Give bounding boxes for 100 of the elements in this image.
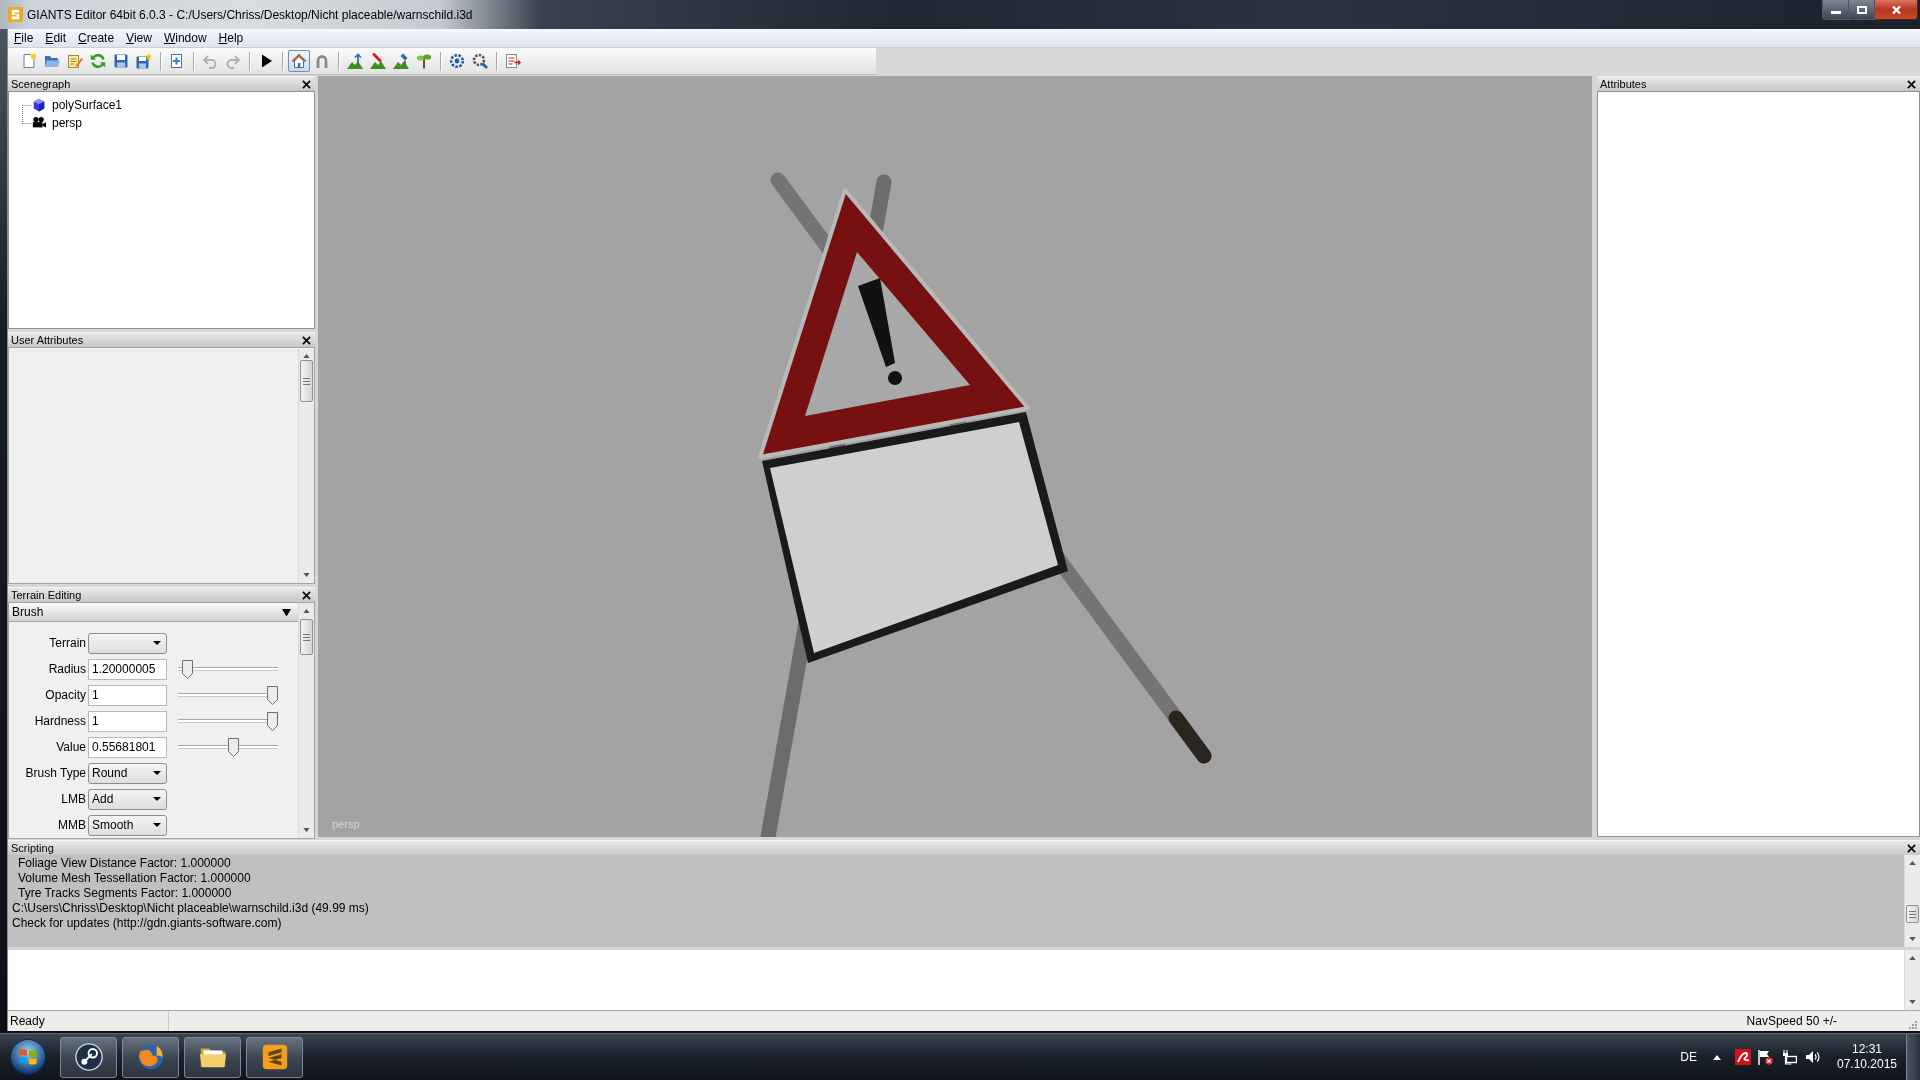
scrollbar[interactable] [1904,950,1920,1010]
scroll-down-icon [1909,1000,1916,1004]
app-logo-icon [8,7,23,22]
caret-icon [153,771,161,775]
camera-icon [32,116,46,130]
swoosh-tile-icon[interactable] [1735,1049,1751,1065]
minimize-icon [1830,10,1841,14]
menu-item[interactable]: Help [212,29,250,47]
dropdown[interactable] [88,632,167,654]
menu-item[interactable]: Create [72,29,121,47]
undo-icon [202,53,218,69]
scroll-up-icon [303,354,310,358]
caret-down-icon [282,607,291,617]
slider-thumb[interactable] [267,712,278,731]
slider-thumb[interactable] [227,738,239,757]
clock-time[interactable]: 12:31 [1852,1042,1882,1057]
close-button[interactable] [300,334,312,346]
taskbar-button[interactable] [184,1036,241,1078]
close-button[interactable] [1905,78,1917,90]
tree-line [22,105,32,124]
hill-pin-icon [393,53,409,69]
close-icon [301,335,311,345]
tree-item[interactable]: polySurface1 [52,96,123,114]
log-line: Tyre Tracks Segments Factor: 1.000000 [17,886,232,901]
scrollbar-thumb[interactable] [1906,905,1919,923]
close-button[interactable] [1875,0,1918,20]
folder-icon [44,53,60,69]
scroll-down-icon [1909,937,1916,941]
scroll-up-icon [303,609,310,613]
number-field[interactable]: 0.55681801 [88,736,167,758]
log-line: Foliage View Distance Factor: 1.000000 [17,856,231,871]
log-line: Check for updates (http://gdn.giants-software.com) [12,916,282,931]
taskbar-button[interactable] [60,1036,117,1078]
scrollbar[interactable] [1904,855,1920,947]
panel-title: User Attributes [11,333,84,347]
dropdown[interactable]: Round [88,762,167,784]
minimize-button[interactable] [1822,0,1849,20]
script-input-field[interactable] [8,949,1920,1010]
caret-icon [153,641,161,645]
slider-thumb[interactable] [182,660,194,679]
panel-title: Attributes [1600,77,1647,91]
close-button[interactable] [1905,842,1917,854]
field-label: Opacity [44,687,87,704]
scrollbar[interactable] [298,603,314,838]
save-icon [113,53,129,69]
cube-icon [32,98,46,112]
disc-logo-icon [73,1042,104,1072]
log-line: Volume Mesh Tessellation Factor: 1.000000 [17,871,251,886]
close-icon [301,590,311,600]
scrollbar-thumb[interactable] [300,619,313,655]
close-button[interactable] [300,589,312,601]
section-toggle[interactable]: Brush [9,603,298,622]
show-desktop-button[interactable] [1906,1034,1920,1080]
maximize-button[interactable] [1849,0,1875,20]
caret-icon [153,823,161,827]
scrollbar-thumb[interactable] [300,360,313,402]
dropdown[interactable]: Add [88,788,167,810]
close-icon [301,79,311,89]
scroll-up-icon [1909,861,1916,865]
magnifier-icon [472,53,488,69]
menu-item[interactable]: View [120,29,158,47]
slider-thumb[interactable] [267,686,278,705]
notepad-icon [67,53,83,69]
field-label: Hardness [33,713,87,730]
close-button[interactable] [300,78,312,90]
scrollbar[interactable] [298,348,314,583]
clock-date[interactable]: 07.10.2015 [1836,1057,1898,1072]
tree-item[interactable]: persp [52,114,83,132]
field-label: Brush Type [24,765,87,782]
menu-item[interactable]: Edit [39,29,73,47]
log-line: C:\Users\Chriss\Desktop\Nicht placeable\warnschild.i3d (49.99 ms) [12,901,369,916]
close-icon [1906,843,1916,853]
home-icon [291,53,307,69]
new-file-icon [21,53,37,69]
document-plus-icon [169,53,185,69]
scroll-down-icon [303,828,310,832]
panel-title: Scenegraph [11,77,71,91]
flag-error-icon[interactable] [1757,1049,1773,1065]
network-icon[interactable] [1781,1049,1797,1065]
dropdown[interactable]: Smooth [88,814,167,836]
status-message: Ready [9,1013,45,1030]
caret-up-icon[interactable] [1713,1054,1721,1060]
speaker-icon[interactable] [1805,1049,1821,1065]
language-indicator[interactable]: DE [1680,1048,1697,1066]
redo-icon [225,53,241,69]
taskbar-button[interactable] [246,1036,303,1078]
number-field[interactable]: 1 [88,684,167,706]
number-field[interactable]: 1.20000005 [88,658,167,680]
scroll-up-icon [1909,956,1916,960]
close-icon [1906,79,1916,89]
caret-icon [153,797,161,801]
refresh-icon [90,53,106,69]
document-arrow-icon [505,53,521,69]
field-label: MMB [57,817,87,834]
field-label: Terrain [48,635,87,652]
menu-item[interactable]: Window [157,29,213,47]
number-field[interactable]: 1 [88,710,167,732]
menu-item[interactable]: File [8,29,40,47]
field-label: LMB [60,791,87,808]
tree-icon [416,53,432,69]
